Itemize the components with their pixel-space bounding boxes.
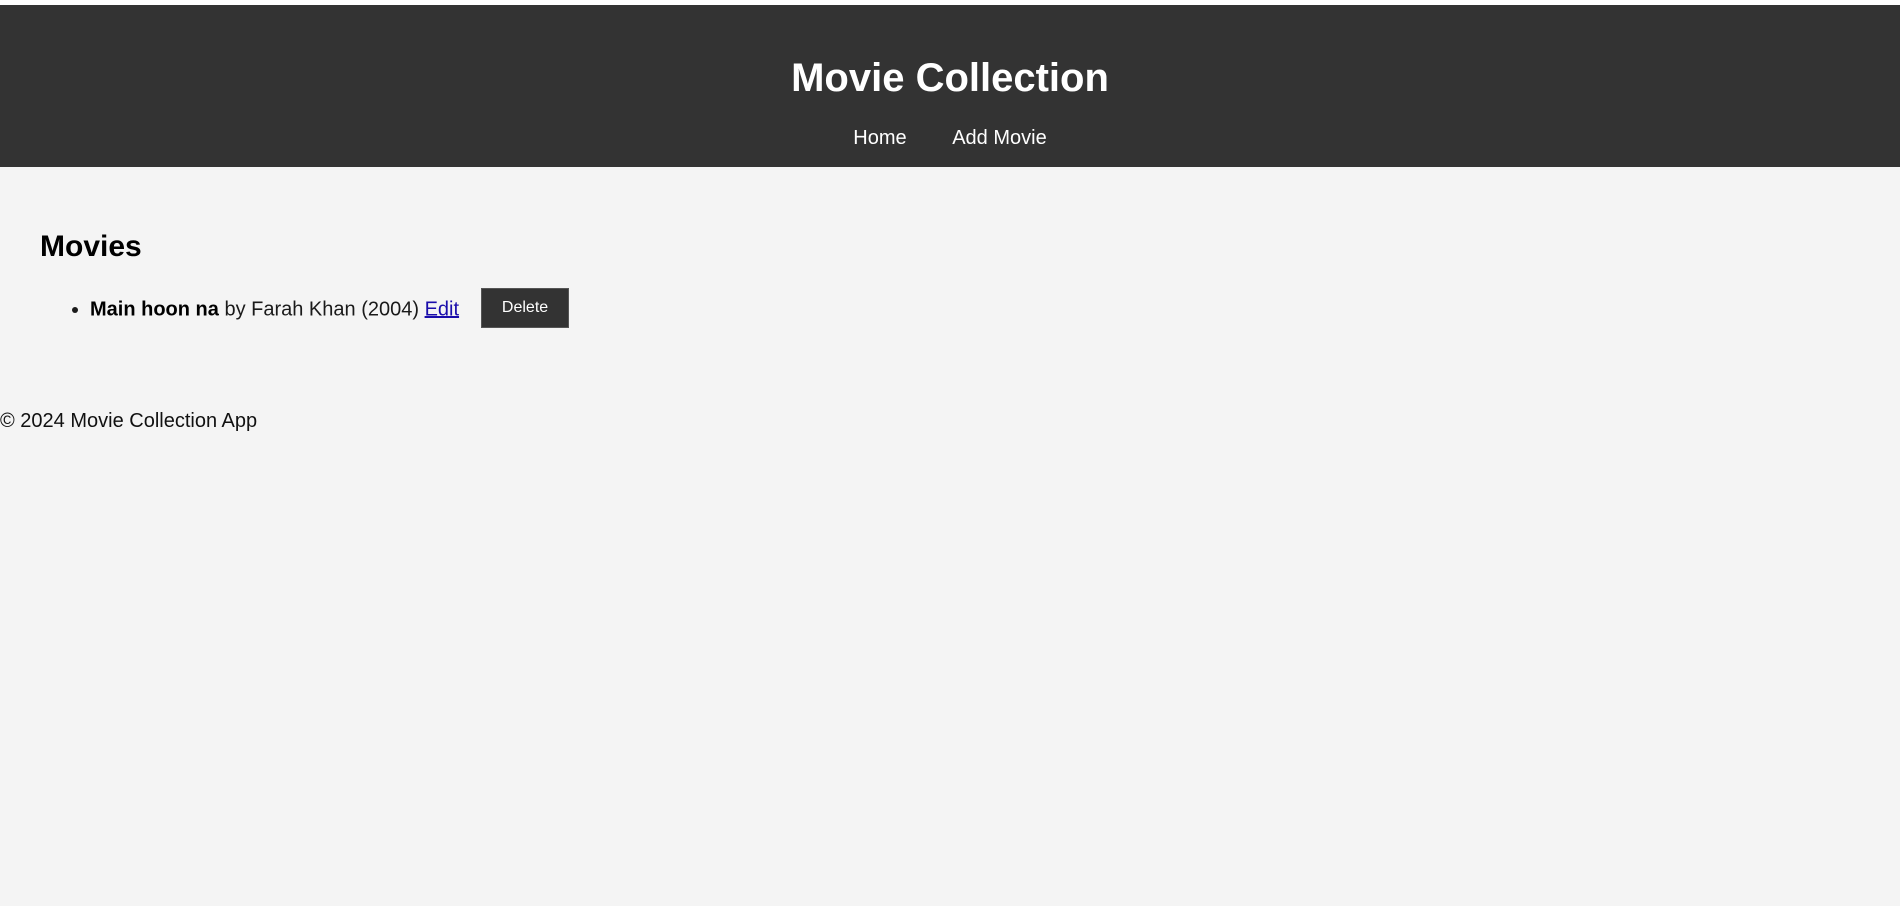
movie-details: by Farah Khan (2004) (218, 298, 425, 321)
site-footer: © 2024 Movie Collection App (0, 410, 258, 432)
site-header: Movie Collection Home Add Movie (0, 5, 1900, 167)
movie-list: Main hoon na by Farah Khan (2004) Edit De… (40, 288, 1790, 330)
movie-title: Main hoon na (90, 298, 219, 321)
delete-movie-button[interactable]: Delete (481, 288, 570, 328)
nav-home-link[interactable]: Home (853, 127, 906, 149)
nav-add-movie-link[interactable]: Add Movie (952, 127, 1047, 149)
edit-movie-link[interactable]: Edit (425, 298, 459, 320)
movies-heading: Movies (40, 230, 142, 263)
movie-list-item: Main hoon na by Farah Khan (2004) Edit De… (90, 288, 1790, 330)
site-title: Movie Collection (791, 56, 1109, 100)
main-nav: Home Add Movie (0, 122, 1900, 154)
